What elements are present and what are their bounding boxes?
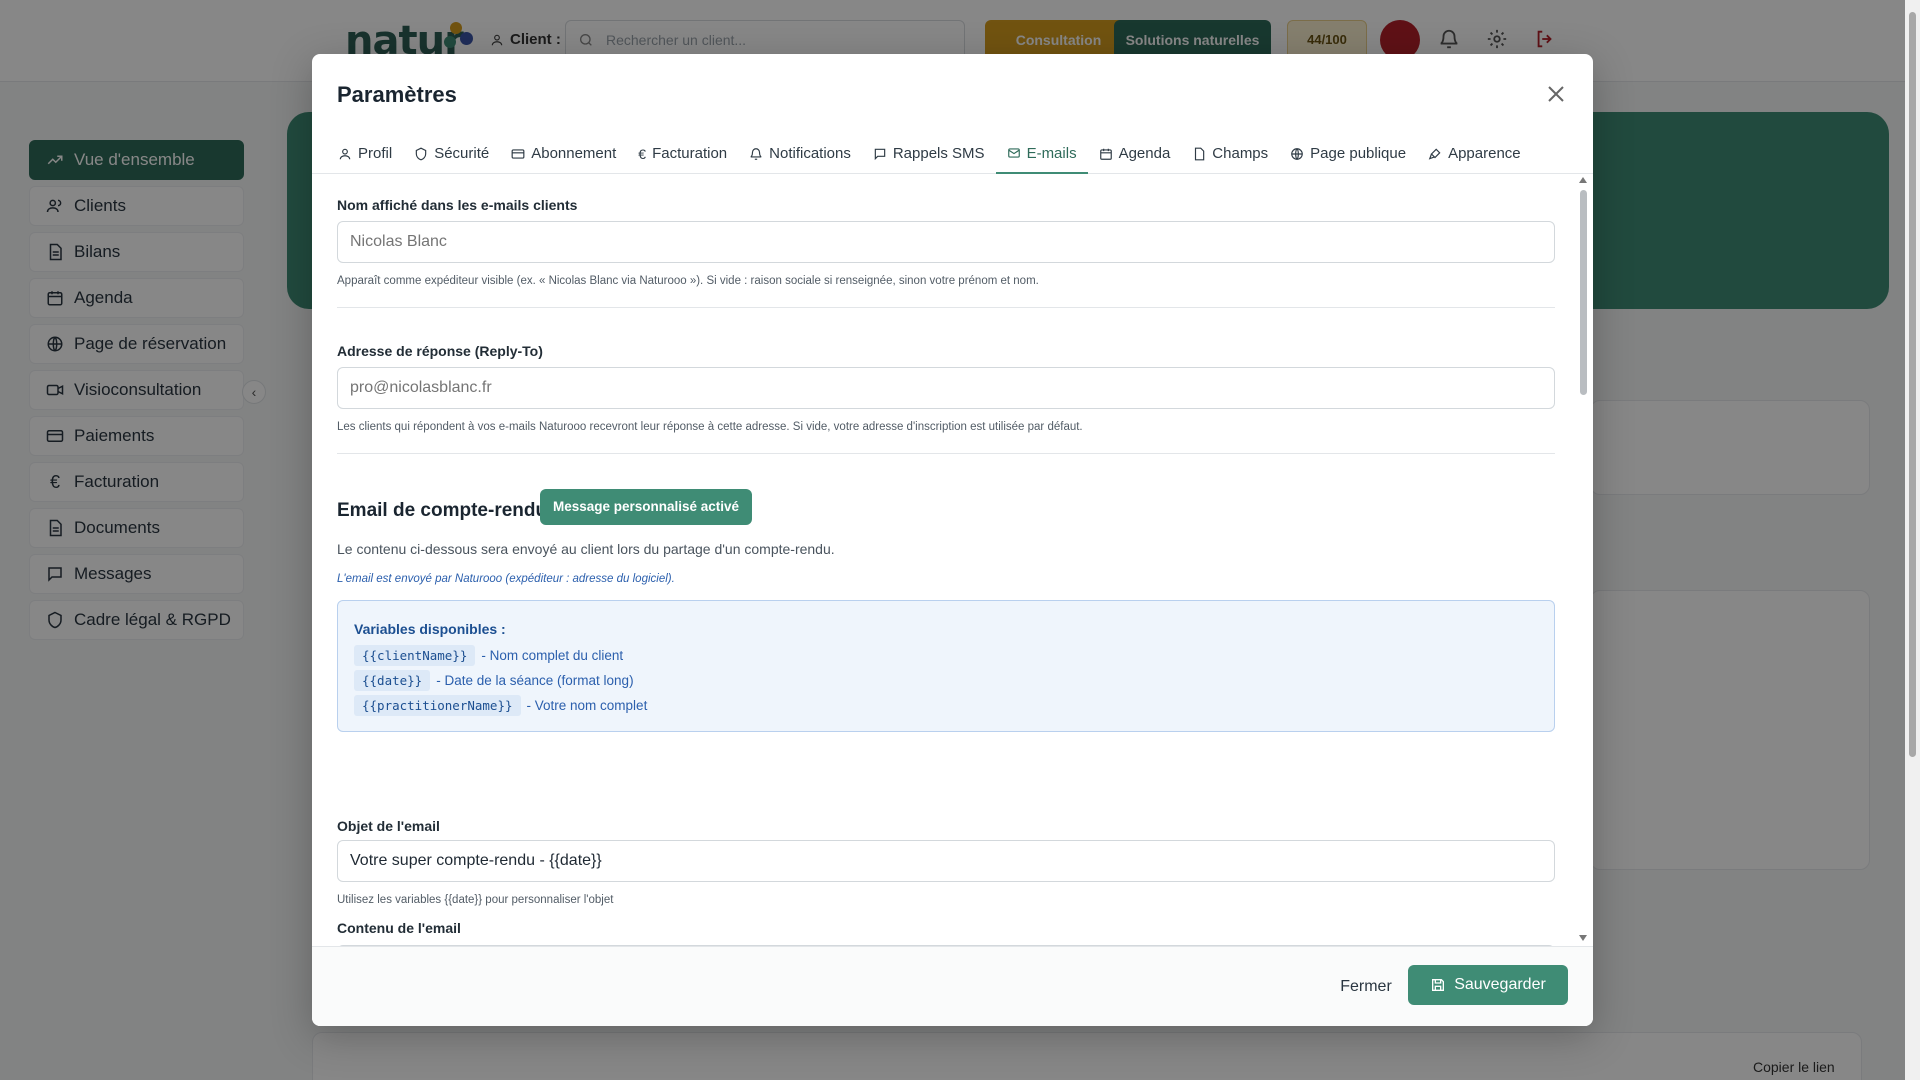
reply-to-help: Les clients qui répondent à vos e-mails … (337, 421, 1083, 433)
page-scroll-thumb[interactable] (1909, 12, 1916, 757)
variable-code: {{practitionerName}} (354, 695, 521, 716)
fermer-button[interactable]: Fermer (1326, 971, 1406, 1003)
scroll-thumb[interactable] (1580, 190, 1587, 395)
variable-code: {{clientName}} (354, 645, 476, 666)
variable-row: {{clientName}} - Nom complet du client (354, 645, 623, 666)
variables-box: Variables disponibles : {{clientName}} -… (337, 600, 1555, 732)
variable-row: {{date}} - Date de la séance (format lon… (354, 670, 634, 691)
tab-emails[interactable]: E-mails (995, 134, 1088, 174)
variable-description: - Votre nom complet (526, 698, 648, 713)
variable-description: - Nom complet du client (481, 648, 624, 663)
bell-icon (750, 147, 762, 160)
tab-securite[interactable]: Sécurité (403, 134, 500, 173)
tab-page-publique[interactable]: Page publique (1279, 134, 1417, 173)
scroll-down-icon[interactable] (1579, 935, 1587, 941)
tab-notifications[interactable]: Notifications (738, 134, 862, 173)
tab-rappels-sms[interactable]: Rappels SMS (862, 134, 996, 173)
variable-row: {{practitionerName}} - Votre nom complet (354, 695, 647, 716)
display-name-help: Apparaît comme expéditeur visible (ex. «… (337, 275, 1039, 287)
subject-label: Objet de l'email (337, 818, 440, 834)
credit-card-icon (511, 148, 525, 159)
globe-icon (1291, 147, 1303, 160)
save-icon (1432, 979, 1445, 991)
tab-apparence[interactable]: Apparence (1417, 134, 1532, 173)
report-email-description: Le contenu ci-dessous sera envoyé au cli… (337, 541, 835, 557)
display-name-label: Nom affiché dans les e-mails clients (337, 197, 578, 213)
settings-modal: Paramètres Profil Sécurité Abonnement € … (312, 54, 1593, 1026)
variable-description: - Date de la séance (format long) (436, 673, 634, 688)
euro-icon: € (638, 145, 647, 162)
save-button[interactable]: Sauvegarder (1408, 965, 1568, 1005)
divider (337, 453, 1555, 454)
report-email-title: Email de compte-rendu (337, 500, 548, 521)
subject-help: Utilisez les variables {{date}} pour per… (337, 894, 614, 906)
tab-champs[interactable]: Champs (1181, 134, 1279, 173)
message-icon (874, 148, 886, 160)
display-name-input[interactable] (337, 221, 1555, 263)
settings-content: Nom affiché dans les e-mails clients App… (312, 175, 1593, 946)
tab-abonnement[interactable]: Abonnement (500, 134, 627, 173)
mail-icon (1007, 148, 1020, 158)
reply-to-input[interactable] (337, 367, 1555, 409)
variables-title: Variables disponibles : (354, 621, 506, 637)
page-scrollbar[interactable] (1905, 0, 1920, 1080)
brush-icon (1428, 148, 1441, 160)
calendar-icon (1099, 148, 1112, 160)
tab-agenda[interactable]: Agenda (1088, 134, 1182, 173)
variable-code: {{date}} (354, 670, 431, 691)
subject-input[interactable] (337, 840, 1555, 882)
settings-tabs: Profil Sécurité Abonnement € Facturation… (312, 134, 1593, 174)
modal-footer: Fermer Sauvegarder (312, 946, 1593, 1026)
scroll-up-icon[interactable] (1579, 177, 1587, 183)
reply-to-label: Adresse de réponse (Reply-To) (337, 343, 543, 359)
report-email-note: L'email est envoyé par Naturooo (expédit… (337, 573, 675, 585)
divider (337, 307, 1555, 308)
tab-facturation[interactable]: € Facturation (627, 134, 738, 173)
custom-message-badge[interactable]: Message personnalisé activé (540, 489, 752, 525)
tab-profil[interactable]: Profil (327, 134, 403, 173)
modal-title: Paramètres (337, 82, 457, 107)
file-icon (1195, 147, 1205, 160)
close-icon[interactable] (1544, 82, 1568, 106)
content-scrollbar[interactable] (1577, 175, 1589, 946)
user-icon (339, 148, 351, 159)
shield-icon (415, 147, 427, 160)
content-label: Contenu de l'email (337, 920, 461, 936)
